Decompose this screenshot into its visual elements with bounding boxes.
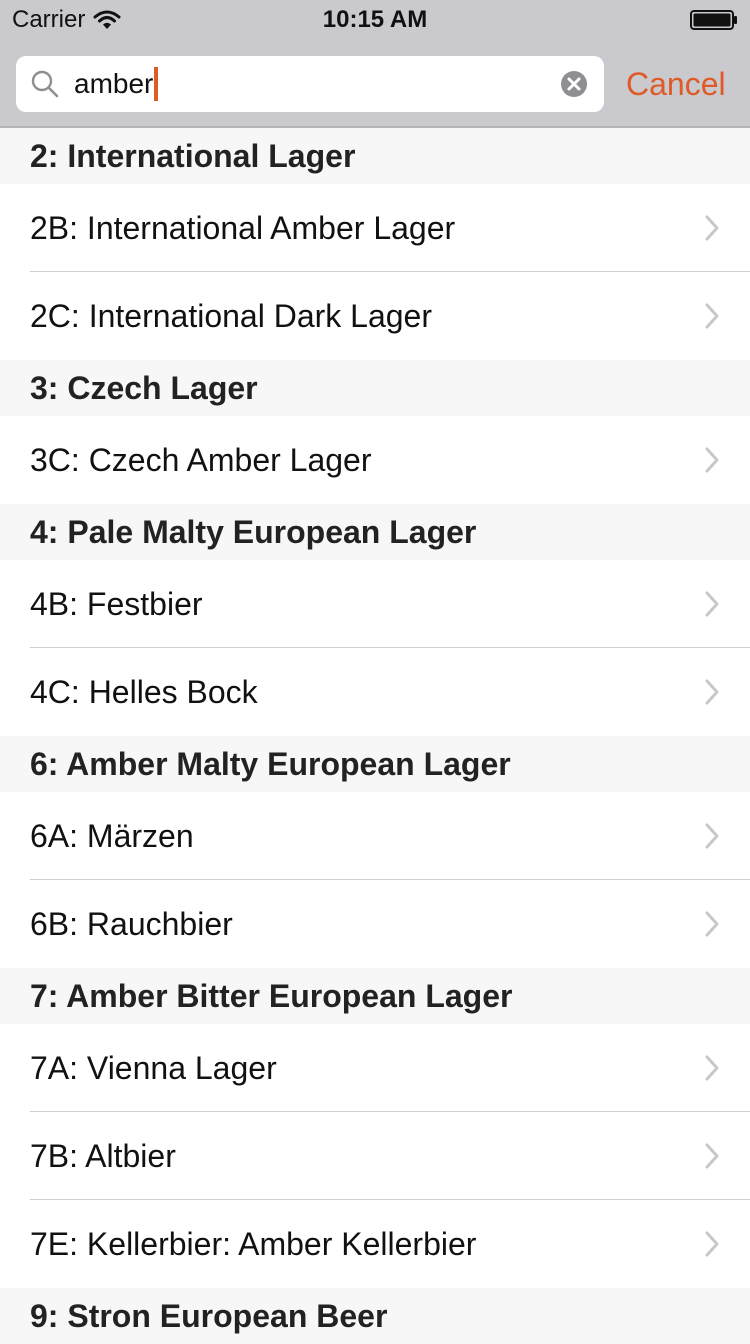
clear-search-icon[interactable] xyxy=(560,70,588,98)
list-item-label: 6A: Märzen xyxy=(30,818,194,854)
section-header: 4: Pale Malty European Lager xyxy=(0,504,750,560)
section-header: 9: Stron European Beer xyxy=(0,1288,750,1344)
chevron-right-icon xyxy=(705,1055,719,1081)
chevron-right-icon xyxy=(705,215,719,241)
section-header: 7: Amber Bitter European Lager xyxy=(0,968,750,1024)
battery-icon xyxy=(690,10,737,30)
section-header: 3: Czech Lager xyxy=(0,360,750,416)
status-time: 10:15 AM xyxy=(322,6,428,33)
list-item[interactable]: 2C: International Dark Lager xyxy=(0,272,750,360)
chevron-right-icon xyxy=(705,303,719,329)
text-cursor xyxy=(154,67,159,101)
section-header: 6: Amber Malty European Lager xyxy=(0,736,750,792)
list-item-label: 7B: Altbier xyxy=(30,1138,176,1174)
list-item[interactable]: 3C: Czech Amber Lager xyxy=(0,416,750,504)
list-item[interactable]: 7B: Altbier xyxy=(0,1112,750,1200)
chevron-right-icon xyxy=(705,679,719,705)
list-item-label: 2B: International Amber Lager xyxy=(30,210,456,246)
list-item-label: 4C: Helles Bock xyxy=(30,674,258,710)
list-item[interactable]: 6B: Rauchbier xyxy=(0,880,750,968)
chevron-right-icon xyxy=(705,1231,719,1257)
list-item-label: 7A: Vienna Lager xyxy=(30,1050,277,1086)
list-item-label: 2C: International Dark Lager xyxy=(30,298,432,334)
list-item[interactable]: 6A: Märzen xyxy=(0,792,750,880)
list-item-label: 6B: Rauchbier xyxy=(30,906,233,942)
search-input-text: amber xyxy=(74,68,154,99)
search-header: Carrier 10:15 AM amber Cancel xyxy=(0,0,750,128)
search-icon xyxy=(31,70,59,98)
chevron-right-icon xyxy=(705,1143,719,1169)
chevron-right-icon xyxy=(705,447,719,473)
chevron-right-icon xyxy=(705,823,719,849)
chevron-right-icon xyxy=(705,911,719,937)
list-item-label: 4B: Festbier xyxy=(30,586,203,622)
status-bar: Carrier 10:15 AM xyxy=(0,0,750,40)
list-item-label: 7E: Kellerbier: Amber Kellerbier xyxy=(30,1226,477,1262)
list-item[interactable]: 4C: Helles Bock xyxy=(0,648,750,736)
chevron-right-icon xyxy=(705,591,719,617)
section-header: 2: International Lager xyxy=(0,128,750,184)
cancel-button[interactable]: Cancel xyxy=(626,60,726,108)
list-item[interactable]: 7A: Vienna Lager xyxy=(0,1024,750,1112)
list-item-label: 3C: Czech Amber Lager xyxy=(30,442,372,478)
search-input[interactable]: amber xyxy=(74,64,159,104)
list-item[interactable]: 4B: Festbier xyxy=(0,560,750,648)
list-item[interactable]: 7E: Kellerbier: Amber Kellerbier xyxy=(0,1200,750,1288)
list-item[interactable]: 2B: International Amber Lager xyxy=(0,184,750,272)
search-field[interactable]: amber xyxy=(16,56,604,112)
results-list: 2: International Lager 2B: International … xyxy=(0,128,750,1344)
